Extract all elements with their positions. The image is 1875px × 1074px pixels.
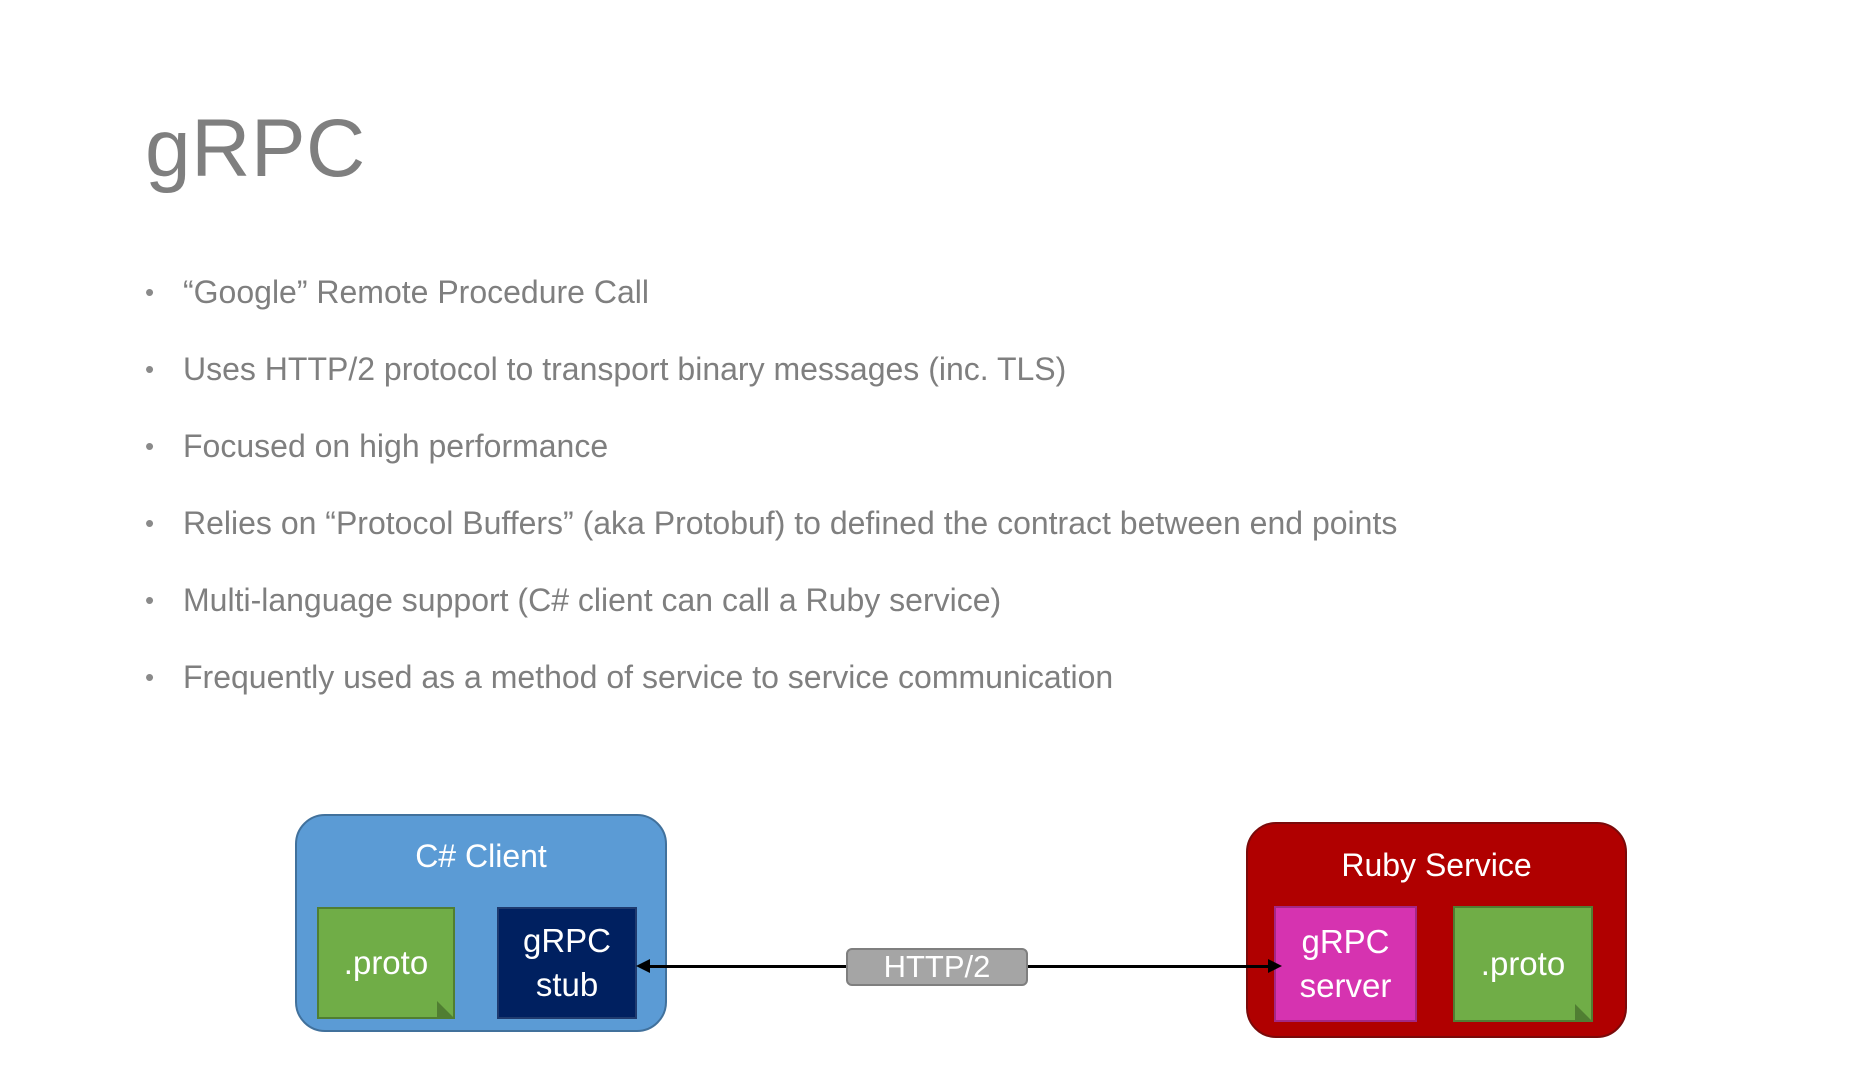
bullet-list: • “Google” Remote Procedure Call • Uses HT… xyxy=(145,254,1397,716)
service-title: Ruby Service xyxy=(1341,847,1532,883)
bullet-dot-icon: • xyxy=(145,354,155,384)
client-proto-file: .proto xyxy=(317,907,455,1019)
server-line2: server xyxy=(1299,967,1392,1004)
connection-line-left xyxy=(650,965,846,968)
service-proto-label: .proto xyxy=(1480,945,1566,983)
service-proto-file: .proto xyxy=(1453,906,1593,1022)
http2-label: HTTP/2 xyxy=(846,948,1028,986)
bullet-text: “Google” Remote Procedure Call xyxy=(183,274,649,310)
grpc-stub-box: gRPC stub xyxy=(497,907,637,1019)
client-title: C# Client xyxy=(415,838,547,874)
stub-line2: stub xyxy=(535,966,599,1003)
bullet-item: • Frequently used as a method of service … xyxy=(145,639,1397,716)
bullet-item: • Multi-language support (C# client can c… xyxy=(145,562,1397,639)
client-box: C# Client .proto gRPC stub xyxy=(295,814,667,1032)
bullet-text: Relies on “Protocol Buffers” (aka Protob… xyxy=(183,505,1398,541)
bullet-dot-icon: • xyxy=(145,585,155,615)
bullet-text: Frequently used as a method of service t… xyxy=(183,659,1114,695)
arrow-right-icon xyxy=(1268,959,1282,973)
slide: gRPC • “Google” Remote Procedure Call • Us… xyxy=(0,0,1875,1074)
slide-title: gRPC xyxy=(145,103,366,194)
grpc-server-box: gRPC server xyxy=(1274,906,1417,1022)
page-fold-icon xyxy=(437,1001,455,1019)
connection-line-right xyxy=(1028,965,1268,968)
stub-line1: gRPC xyxy=(522,922,612,960)
server-line1: gRPC xyxy=(1301,923,1390,961)
bullet-dot-icon: • xyxy=(145,508,155,538)
bullet-dot-icon: • xyxy=(145,662,155,692)
bullet-text: Focused on high performance xyxy=(183,428,609,464)
page-fold-icon xyxy=(1575,1004,1593,1022)
bullet-item: • Focused on high performance xyxy=(145,408,1397,485)
bullet-item: • Uses HTTP/2 protocol to transport binar… xyxy=(145,331,1397,408)
bullet-text: Multi-language support (C# client can ca… xyxy=(183,582,1002,618)
bullet-item: • “Google” Remote Procedure Call xyxy=(145,254,1397,331)
client-proto-label: .proto xyxy=(343,944,429,982)
bullet-dot-icon: • xyxy=(145,277,155,307)
arrow-left-icon xyxy=(636,959,650,973)
bullet-dot-icon: • xyxy=(145,431,155,461)
service-box: Ruby Service gRPC server .proto xyxy=(1246,822,1627,1038)
bullet-text: Uses HTTP/2 protocol to transport binary… xyxy=(183,351,1067,387)
bullet-item: • Relies on “Protocol Buffers” (aka Proto… xyxy=(145,485,1397,562)
